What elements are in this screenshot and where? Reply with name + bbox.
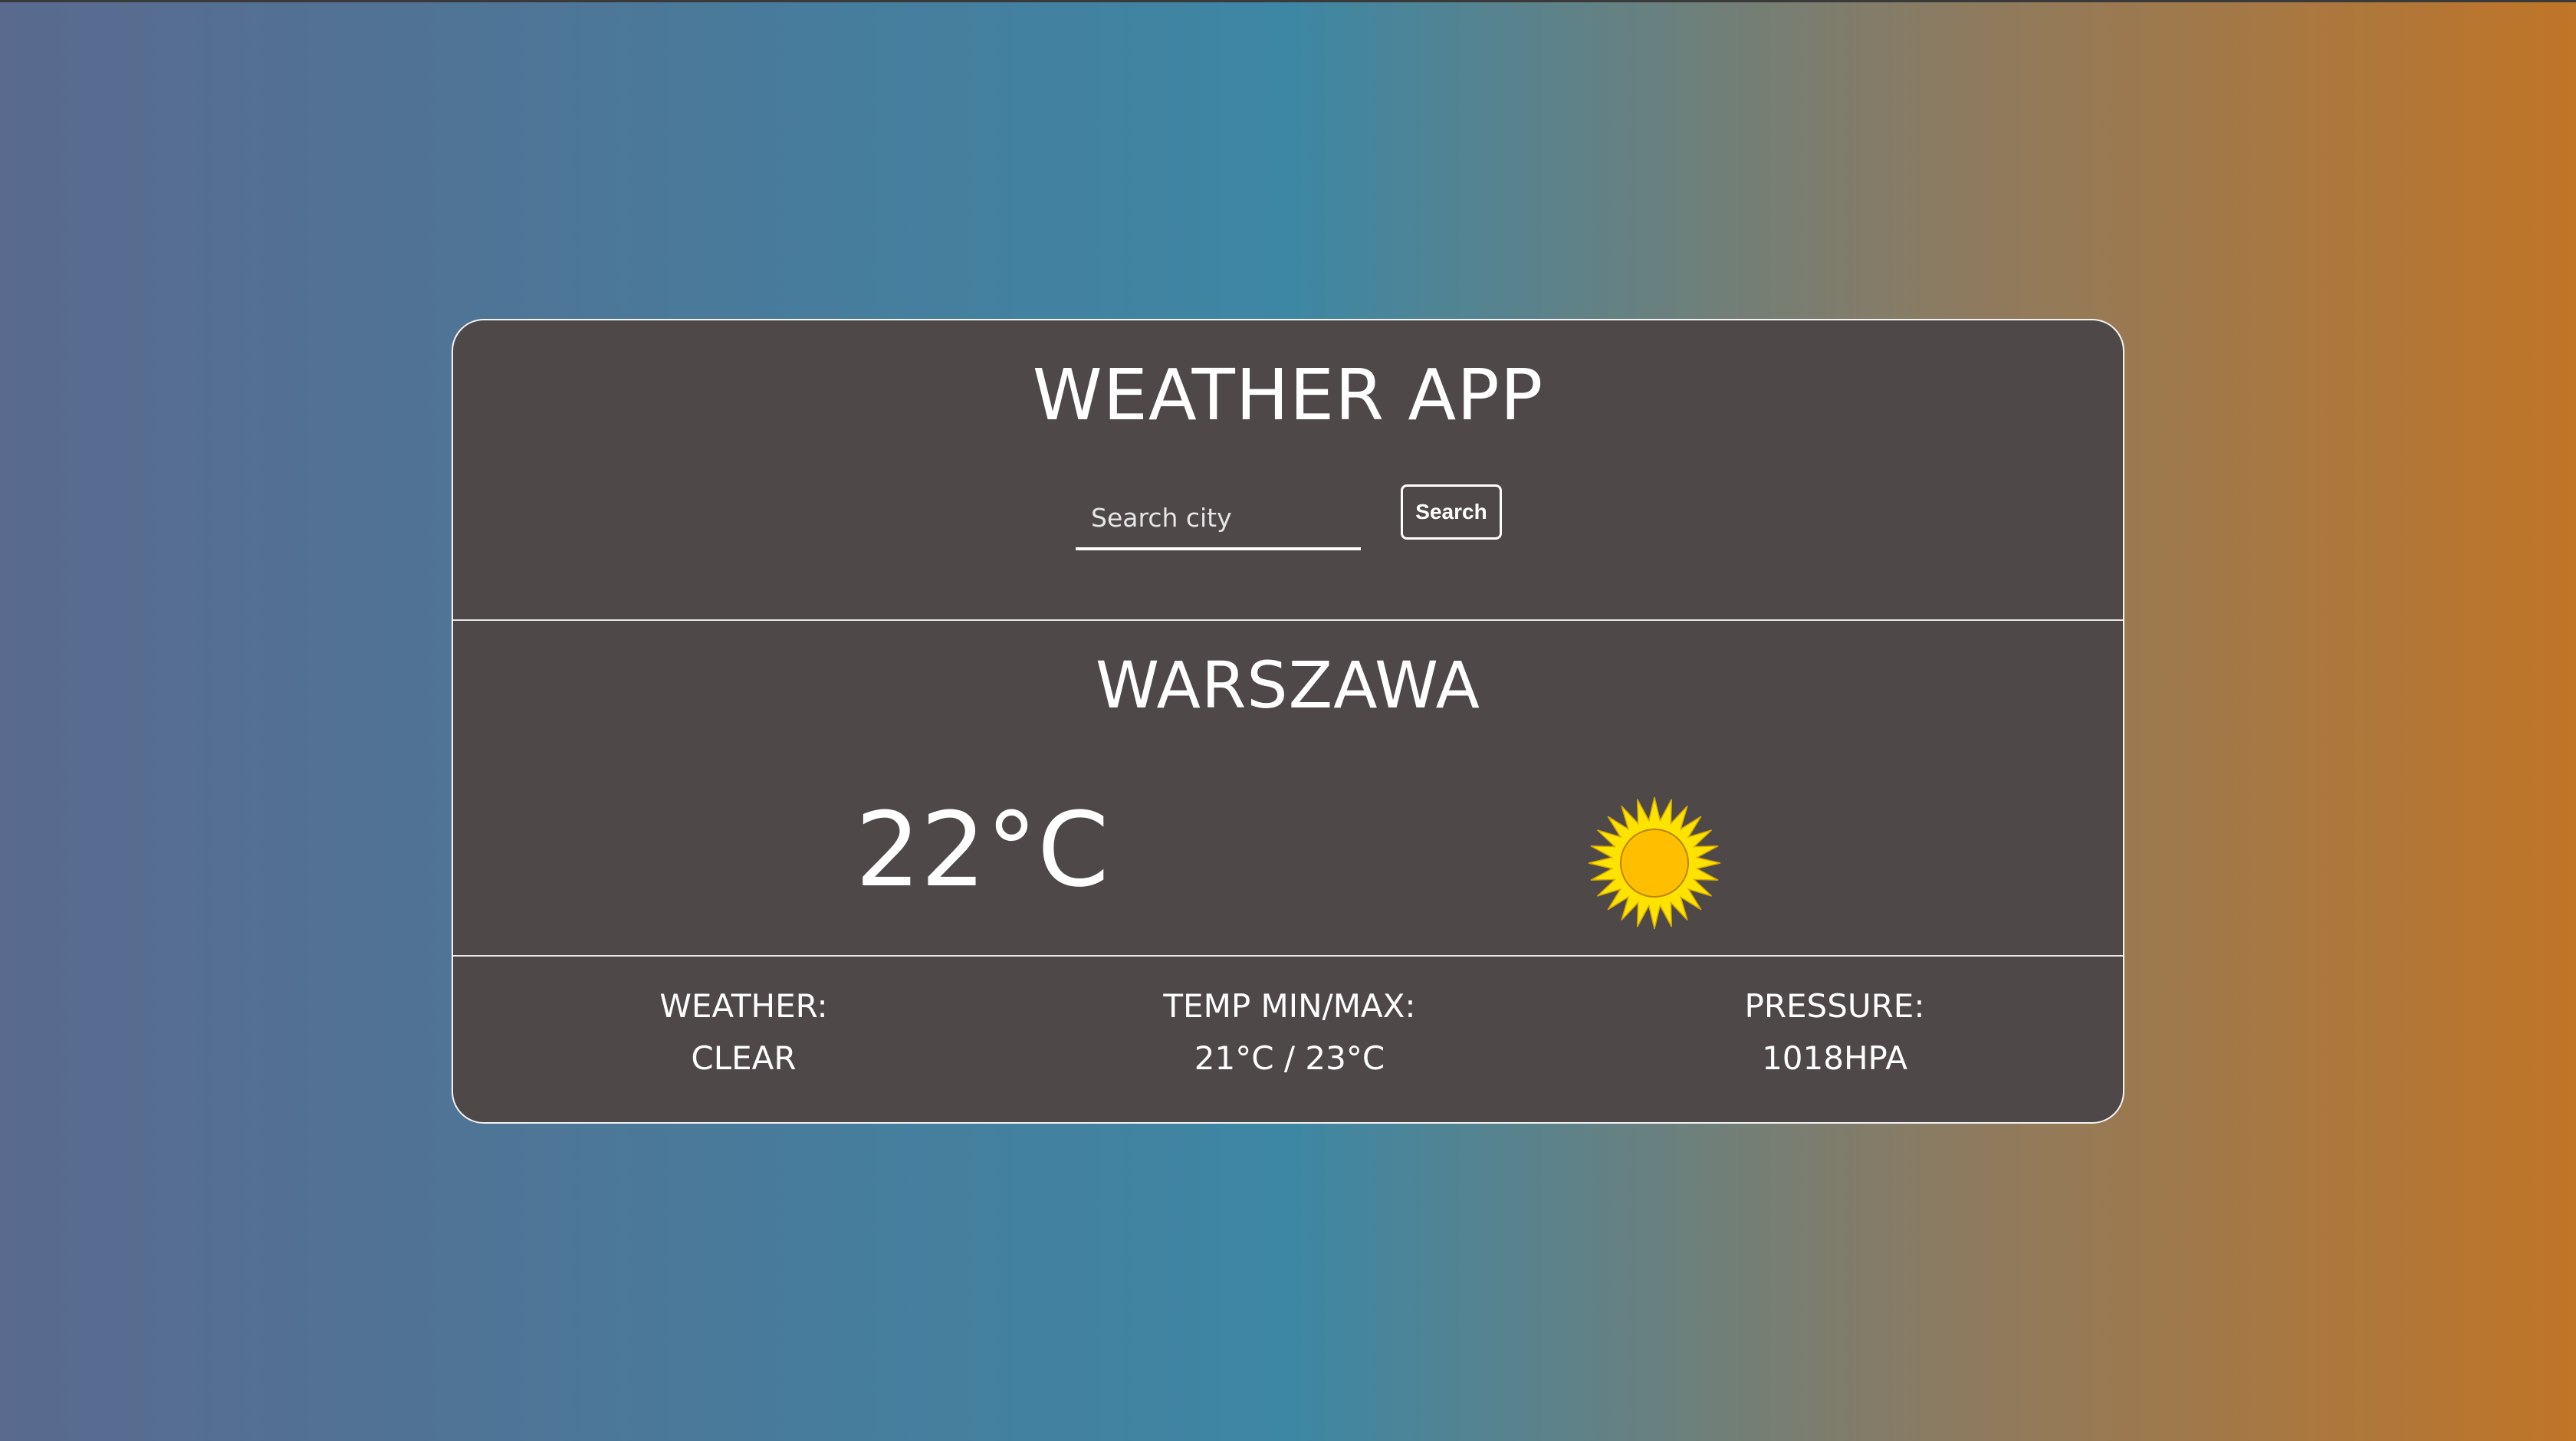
header-section: WEATHER APP Search — [453, 320, 2123, 621]
sun-icon — [1585, 794, 1723, 932]
city-name: WARSZAWA — [1096, 648, 1480, 723]
weather-card: WEATHER APP Search WARSZAWA 22°C WEATHER… — [452, 319, 2124, 1124]
current-weather-section: WARSZAWA 22°C — [453, 621, 2123, 957]
app-title: WEATHER APP — [1032, 354, 1544, 436]
search-city-input[interactable] — [1076, 487, 1361, 550]
detail-weather-value: CLEAR — [691, 1039, 797, 1077]
detail-temp-minmax-value: 21°C / 23°C — [1194, 1039, 1385, 1077]
search-button[interactable]: Search — [1401, 484, 1502, 540]
details-section: WEATHER: CLEAR TEMP MIN/MAX: 21°C / 23°C… — [453, 957, 2123, 1122]
detail-pressure-value: 1018HPA — [1762, 1039, 1907, 1077]
current-temperature: 22°C — [855, 790, 1109, 910]
detail-pressure-label: PRESSURE: — [1744, 987, 1925, 1025]
detail-weather-label: WEATHER: — [659, 987, 828, 1025]
detail-temp-minmax-label: TEMP MIN/MAX: — [1163, 987, 1416, 1025]
window-top-border — [0, 0, 2576, 2]
